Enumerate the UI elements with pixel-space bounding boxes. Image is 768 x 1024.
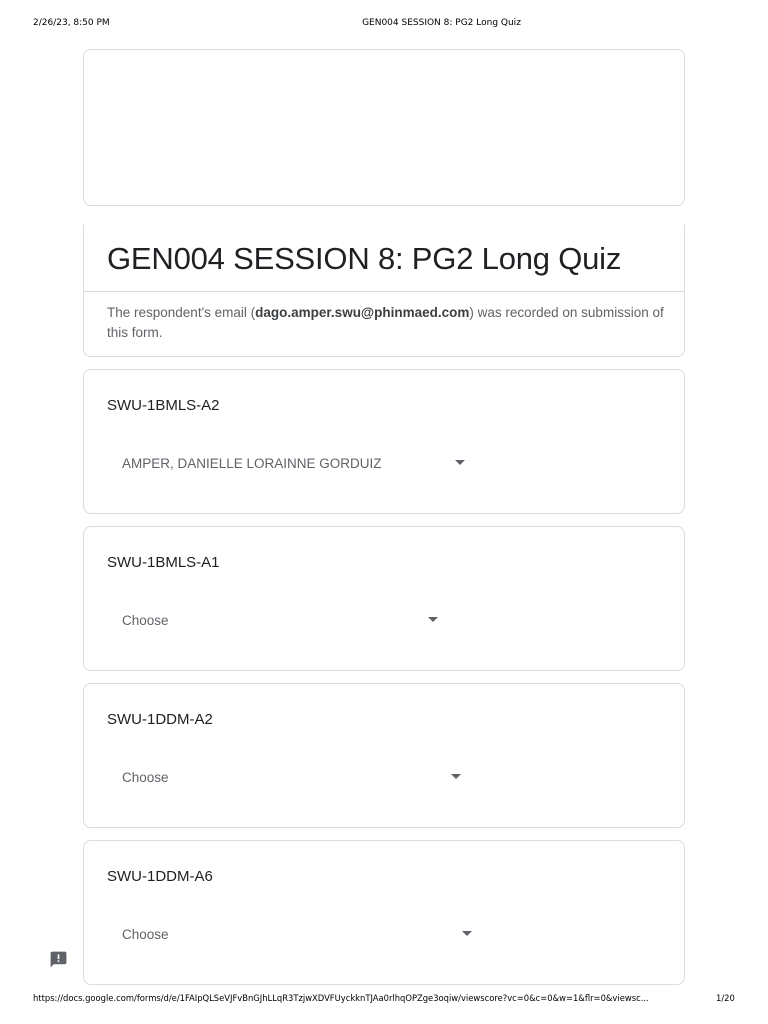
question-card-swu-1ddm-a6: SWU-1DDM-A6 Choose bbox=[83, 840, 685, 985]
dropdown-value: Choose bbox=[122, 926, 169, 942]
answer-dropdown[interactable]: Choose bbox=[107, 918, 472, 950]
email-notice-prefix: The respondent's email ( bbox=[107, 305, 256, 320]
email-notice: The respondent's email (dago.amper.swu@p… bbox=[107, 303, 667, 343]
question-card-swu-1bmls-a1: SWU-1BMLS-A1 Choose bbox=[83, 526, 685, 671]
print-url: https://docs.google.com/forms/d/e/1FAIpQ… bbox=[33, 993, 649, 1003]
question-card-swu-1bmls-a2: SWU-1BMLS-A2 AMPER, DANIELLE LORAINNE GO… bbox=[83, 369, 685, 514]
chevron-down-icon bbox=[451, 774, 461, 779]
question-label: SWU-1DDM-A6 bbox=[107, 868, 213, 885]
question-label: SWU-1BMLS-A1 bbox=[107, 554, 220, 571]
page-number: 1/20 bbox=[716, 993, 735, 1003]
form-title: GEN004 SESSION 8: PG2 Long Quiz bbox=[107, 241, 622, 276]
chevron-down-icon bbox=[455, 460, 465, 465]
answer-dropdown[interactable]: Choose bbox=[107, 761, 461, 793]
dropdown-value: AMPER, DANIELLE LORAINNE GORDUIZ bbox=[122, 455, 382, 471]
print-footer: https://docs.google.com/forms/d/e/1FAIpQ… bbox=[0, 993, 768, 1007]
answer-dropdown[interactable]: Choose bbox=[107, 604, 438, 636]
question-card-swu-1ddm-a2: SWU-1DDM-A2 Choose bbox=[83, 683, 685, 828]
dropdown-value: Choose bbox=[122, 612, 169, 628]
dropdown-value: Choose bbox=[122, 769, 169, 785]
question-label: SWU-1BMLS-A2 bbox=[107, 397, 220, 414]
chevron-down-icon bbox=[428, 617, 438, 622]
respondent-email: dago.amper.swu@phinmaed.com bbox=[255, 305, 470, 320]
title-divider bbox=[84, 291, 684, 292]
form-title-card: GEN004 SESSION 8: PG2 Long Quiz The resp… bbox=[83, 218, 685, 357]
feedback-icon[interactable] bbox=[49, 950, 68, 969]
print-title: GEN004 SESSION 8: PG2 Long Quiz bbox=[362, 18, 521, 28]
print-header: 2/26/23, 8:50 PM GEN004 SESSION 8: PG2 L… bbox=[0, 18, 768, 32]
header-banner bbox=[83, 49, 685, 206]
question-label: SWU-1DDM-A2 bbox=[107, 711, 213, 728]
answer-dropdown[interactable]: AMPER, DANIELLE LORAINNE GORDUIZ bbox=[107, 447, 465, 479]
chevron-down-icon bbox=[462, 931, 472, 936]
